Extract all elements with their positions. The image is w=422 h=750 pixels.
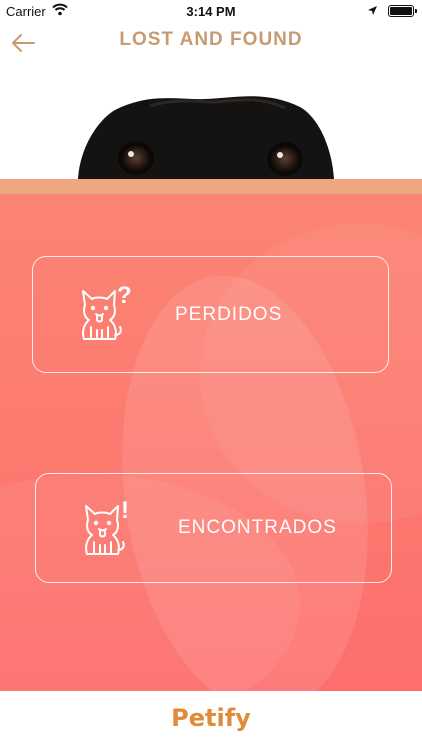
battery-icon: [388, 5, 417, 17]
lost-pets-label: PERDIDOS: [175, 303, 283, 325]
page-title: LOST AND FOUND: [119, 29, 303, 50]
found-pets-label: ENCONTRADOS: [178, 517, 337, 538]
dog-exclamation-icon: !: [78, 496, 134, 560]
clock: 3:14 PM: [186, 4, 236, 19]
location-arrow-icon: [367, 4, 378, 19]
footer: Petify: [0, 691, 422, 750]
found-pets-button[interactable]: ! ENCONTRADOS: [35, 473, 392, 583]
lost-pets-button[interactable]: ? PERDIDOS: [32, 256, 389, 373]
accent-stripe: [0, 179, 422, 194]
dog-photo: [0, 62, 422, 179]
options-panel: ? PERDIDOS ! ENCONTRADOS: [0, 194, 422, 691]
dog-question-icon: ?: [75, 281, 132, 345]
svg-text:!: !: [121, 497, 129, 524]
brand-logo: Petify: [171, 704, 251, 732]
status-bar: Carrier 3:14 PM: [0, 0, 422, 22]
svg-text:?: ?: [117, 282, 131, 309]
nav-bar: LOST AND FOUND: [0, 22, 422, 62]
